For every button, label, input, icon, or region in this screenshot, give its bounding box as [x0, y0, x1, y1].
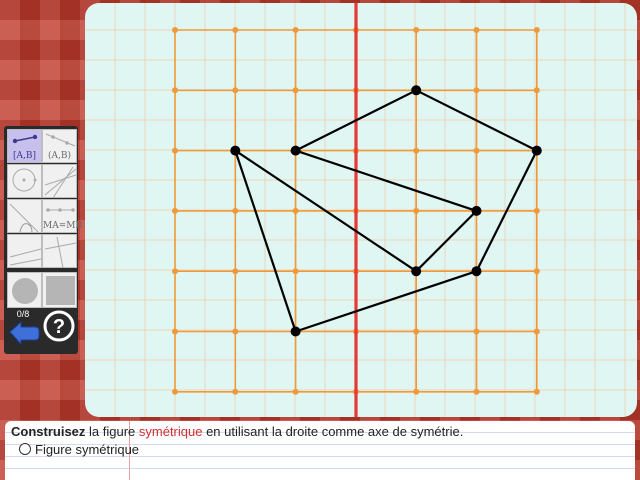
grid-point: [413, 147, 420, 154]
grid-point: [232, 207, 239, 214]
instruction-text-part: la figure: [85, 424, 139, 439]
grid-point: [533, 388, 540, 395]
figure-vertex[interactable]: [471, 266, 482, 277]
task-label: Figure symétrique: [35, 442, 140, 457]
filled-square-icon: [46, 276, 75, 305]
geometry-grid[interactable]: [85, 3, 637, 417]
figure-vertex[interactable]: [531, 145, 542, 156]
circle-tool[interactable]: [7, 164, 42, 198]
angle-tool[interactable]: [7, 234, 42, 268]
grid-point: [172, 147, 178, 154]
lines-tool[interactable]: [42, 164, 77, 199]
grid-point: [292, 27, 299, 33]
grid-point: [473, 147, 480, 154]
grid-point: [533, 207, 540, 214]
grid-point: [232, 328, 239, 335]
grid-point: [172, 388, 178, 395]
angle-icon: [9, 248, 42, 266]
instruction-panel: Construisez la figure symétrique en util…: [5, 421, 635, 480]
ray-tool[interactable]: (A,B): [42, 129, 77, 163]
midpoint-tool[interactable]: MA=MB: [42, 199, 83, 233]
grid-point: [292, 388, 299, 395]
grid-point: [533, 328, 540, 335]
grid-point: [172, 87, 178, 94]
grid-point: [533, 27, 540, 33]
question-mark-icon: ?: [43, 310, 75, 342]
segment-tool[interactable]: [A,B]: [7, 129, 42, 163]
grid-point: [413, 388, 420, 395]
figure-vertex[interactable]: [290, 145, 301, 156]
figure-vertex[interactable]: [411, 85, 422, 96]
grid-point: [292, 268, 299, 275]
midpoint-tool-label: MA=MB: [43, 221, 83, 231]
figure-segment: [294, 149, 478, 212]
grid-point: [232, 87, 239, 94]
grid-point: [533, 268, 540, 275]
lines-icon: [44, 166, 77, 199]
grid-point: [413, 207, 420, 214]
grid-point: [232, 268, 239, 275]
instruction-verb: Construisez: [11, 424, 86, 439]
figure-vertex[interactable]: [230, 145, 241, 156]
drawing-canvas[interactable]: [85, 3, 637, 417]
grid-point: [533, 87, 540, 94]
square-tool[interactable]: [42, 272, 77, 308]
grid-point: [172, 268, 178, 275]
ray-tool-label: (A,B): [48, 151, 71, 161]
grid-point: [232, 388, 239, 395]
segment-tool-label: [A,B]: [13, 151, 36, 161]
undo-button[interactable]: [6, 318, 40, 346]
task-checklist-item: Figure symétrique: [19, 442, 139, 457]
filled-circle-icon: [12, 278, 38, 304]
perpendicular-icon: [44, 236, 77, 269]
instruction-text: Construisez la figure symétrique en util…: [11, 424, 463, 439]
grid-point: [473, 328, 480, 335]
instruction-text-end: en utilisant la droite comme axe de symé…: [202, 424, 464, 439]
figure-segment: [415, 209, 478, 273]
grid-point: [172, 328, 178, 335]
grid-point: [292, 207, 299, 214]
svg-text:?: ?: [53, 316, 65, 338]
figure-vertex[interactable]: [290, 326, 301, 337]
figure-segment: [234, 149, 297, 333]
perpendicular-tool[interactable]: [42, 234, 77, 269]
undo-arrow-icon: [9, 320, 40, 346]
grid-point: [473, 27, 480, 33]
grid-point: [413, 328, 420, 335]
help-button[interactable]: ?: [43, 310, 75, 342]
arc-tool[interactable]: [7, 199, 42, 233]
arc-icon: [9, 203, 39, 233]
instruction-keyword: symétrique: [138, 424, 203, 439]
grid-point: [172, 207, 178, 214]
grid-point: [413, 27, 420, 33]
grid-point: [473, 388, 480, 395]
figure-vertex[interactable]: [471, 205, 482, 216]
figure-vertex[interactable]: [411, 266, 422, 277]
figure-segment: [294, 270, 478, 333]
grid-point: [292, 87, 299, 94]
task-status-circle-icon: [19, 443, 31, 455]
grid-point: [473, 87, 480, 94]
circle-icon: [12, 168, 37, 192]
grid-point: [232, 27, 239, 33]
point-tool[interactable]: [7, 272, 42, 308]
grid-point: [172, 27, 178, 33]
